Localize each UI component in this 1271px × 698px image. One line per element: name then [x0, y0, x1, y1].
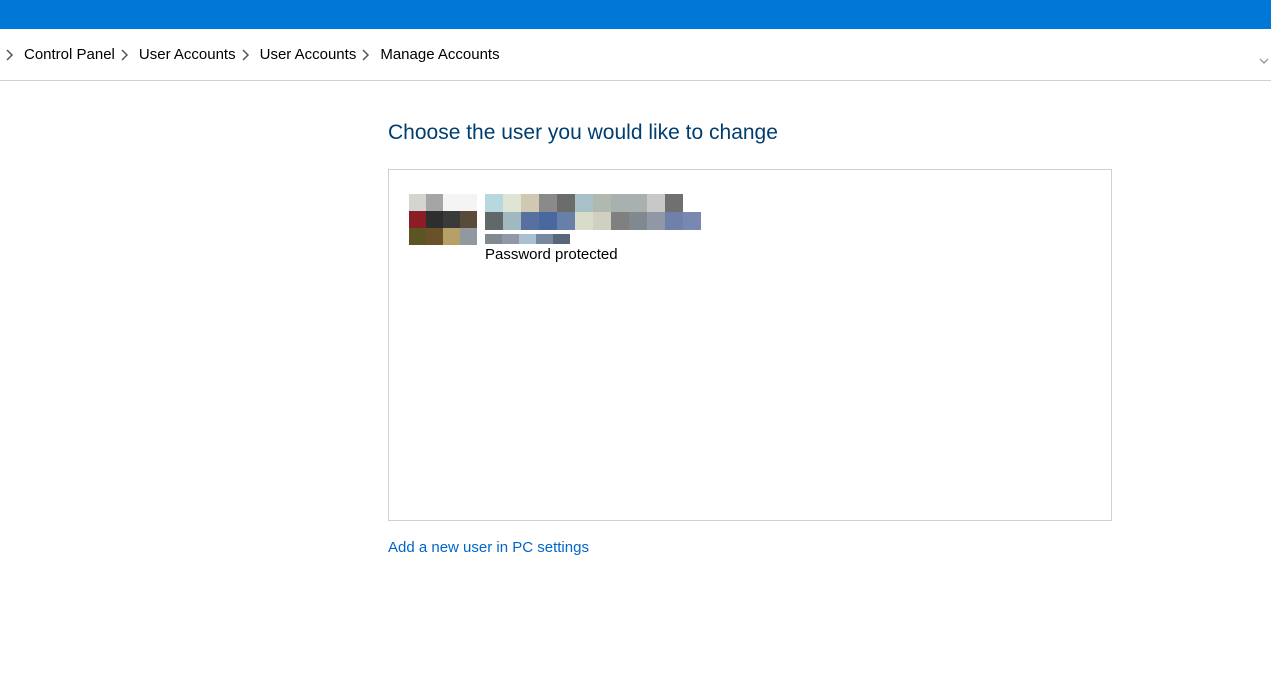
main-content: Choose the user you would like to change	[0, 81, 1271, 557]
breadcrumb: Control Panel User Accounts User Account…	[0, 29, 1271, 81]
user-account-item[interactable]: Password protected	[409, 194, 1091, 263]
user-type-redacted	[485, 234, 701, 244]
breadcrumb-user-accounts-1[interactable]: User Accounts	[137, 42, 238, 67]
chevron-right-icon[interactable]	[242, 49, 250, 61]
chevron-right-icon[interactable]	[6, 49, 14, 61]
page-title: Choose the user you would like to change	[388, 121, 1271, 145]
add-user-link[interactable]: Add a new user in PC settings	[388, 539, 589, 556]
user-details: Password protected	[485, 194, 701, 263]
user-list-box: Password protected	[388, 169, 1112, 521]
breadcrumb-control-panel[interactable]: Control Panel	[22, 42, 117, 67]
address-dropdown-icon[interactable]	[1259, 56, 1269, 69]
avatar	[409, 194, 477, 262]
user-status: Password protected	[485, 246, 701, 263]
user-name-redacted	[485, 194, 701, 230]
chevron-right-icon[interactable]	[121, 49, 129, 61]
breadcrumb-user-accounts-2[interactable]: User Accounts	[258, 42, 359, 67]
breadcrumb-current: Manage Accounts	[378, 42, 501, 67]
window-titlebar	[0, 0, 1271, 29]
chevron-right-icon[interactable]	[362, 49, 370, 61]
